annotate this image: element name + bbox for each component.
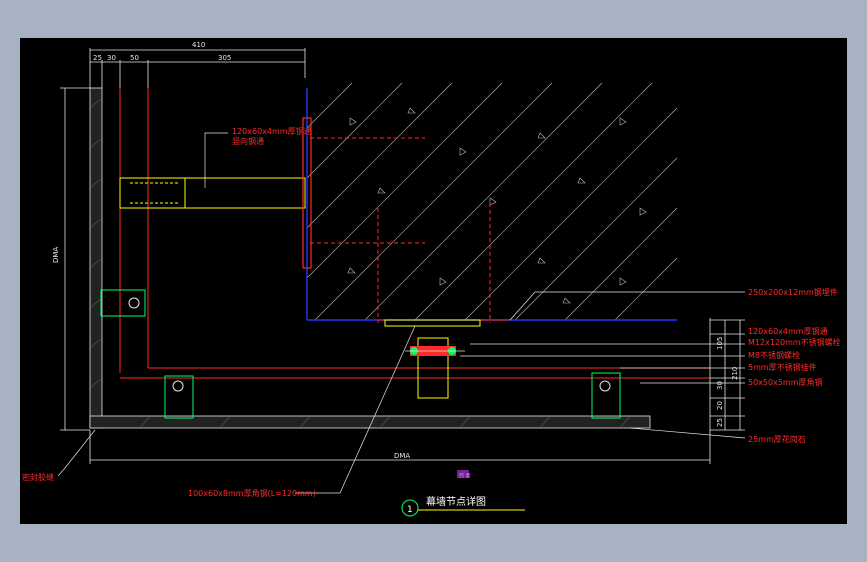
dim-seg-3: 50 <box>130 54 139 62</box>
dim-right-2: 210 <box>731 367 739 380</box>
dim-seg-1: 25 <box>93 54 102 62</box>
drawing-title: 幕墙节点详图 <box>426 495 486 508</box>
section-drawing: 410 25 30 50 305 DMA DMA 105 210 30 20 2… <box>22 41 841 517</box>
label-corner-note: 密封胶缝 <box>22 472 54 482</box>
dim-top-total: 410 <box>192 41 205 49</box>
dim-right-5: 25 <box>716 418 724 427</box>
label-angle-bottom: 100x60x8mm厚角钢(L=120mm) <box>188 488 316 498</box>
label-pipe-top: 120x60x4mm厚钢通 <box>232 126 312 136</box>
label-pipe-top-2: 竖向钢通 <box>232 136 264 146</box>
cad-canvas: 410 25 30 50 305 DMA DMA 105 210 30 20 2… <box>20 38 847 524</box>
label-bracket: 5mm厚不锈钢挂件 <box>748 362 817 372</box>
scale-label: 剖 面 <box>459 472 471 479</box>
label-pipe-right: 120x60x4mm厚钢通 <box>748 326 828 336</box>
dim-bottom: DMA <box>394 452 410 460</box>
label-embed-plate: 250x200x12mm钢埋件 <box>748 287 838 297</box>
concrete-wall <box>306 82 678 321</box>
label-bolt: M12x120mm不锈钢螺栓 <box>748 337 841 347</box>
callout-number: 1 <box>407 505 413 515</box>
dim-seg-2: 30 <box>107 54 116 62</box>
dim-right-3: 30 <box>716 381 724 390</box>
dim-seg-4: 305 <box>218 54 231 62</box>
dim-right-4: 20 <box>716 401 724 410</box>
drawing-title-block: 剖 面 1 幕墙节点详图 <box>401 470 525 517</box>
dim-right-1: 105 <box>716 337 724 350</box>
label-angle: 50x50x5mm厚角钢 <box>748 377 823 387</box>
dim-left: DMA <box>52 247 60 263</box>
label-bolt-m8: M8不锈钢螺栓 <box>748 350 800 360</box>
label-stone: 25mm厚花岗石 <box>748 434 806 444</box>
